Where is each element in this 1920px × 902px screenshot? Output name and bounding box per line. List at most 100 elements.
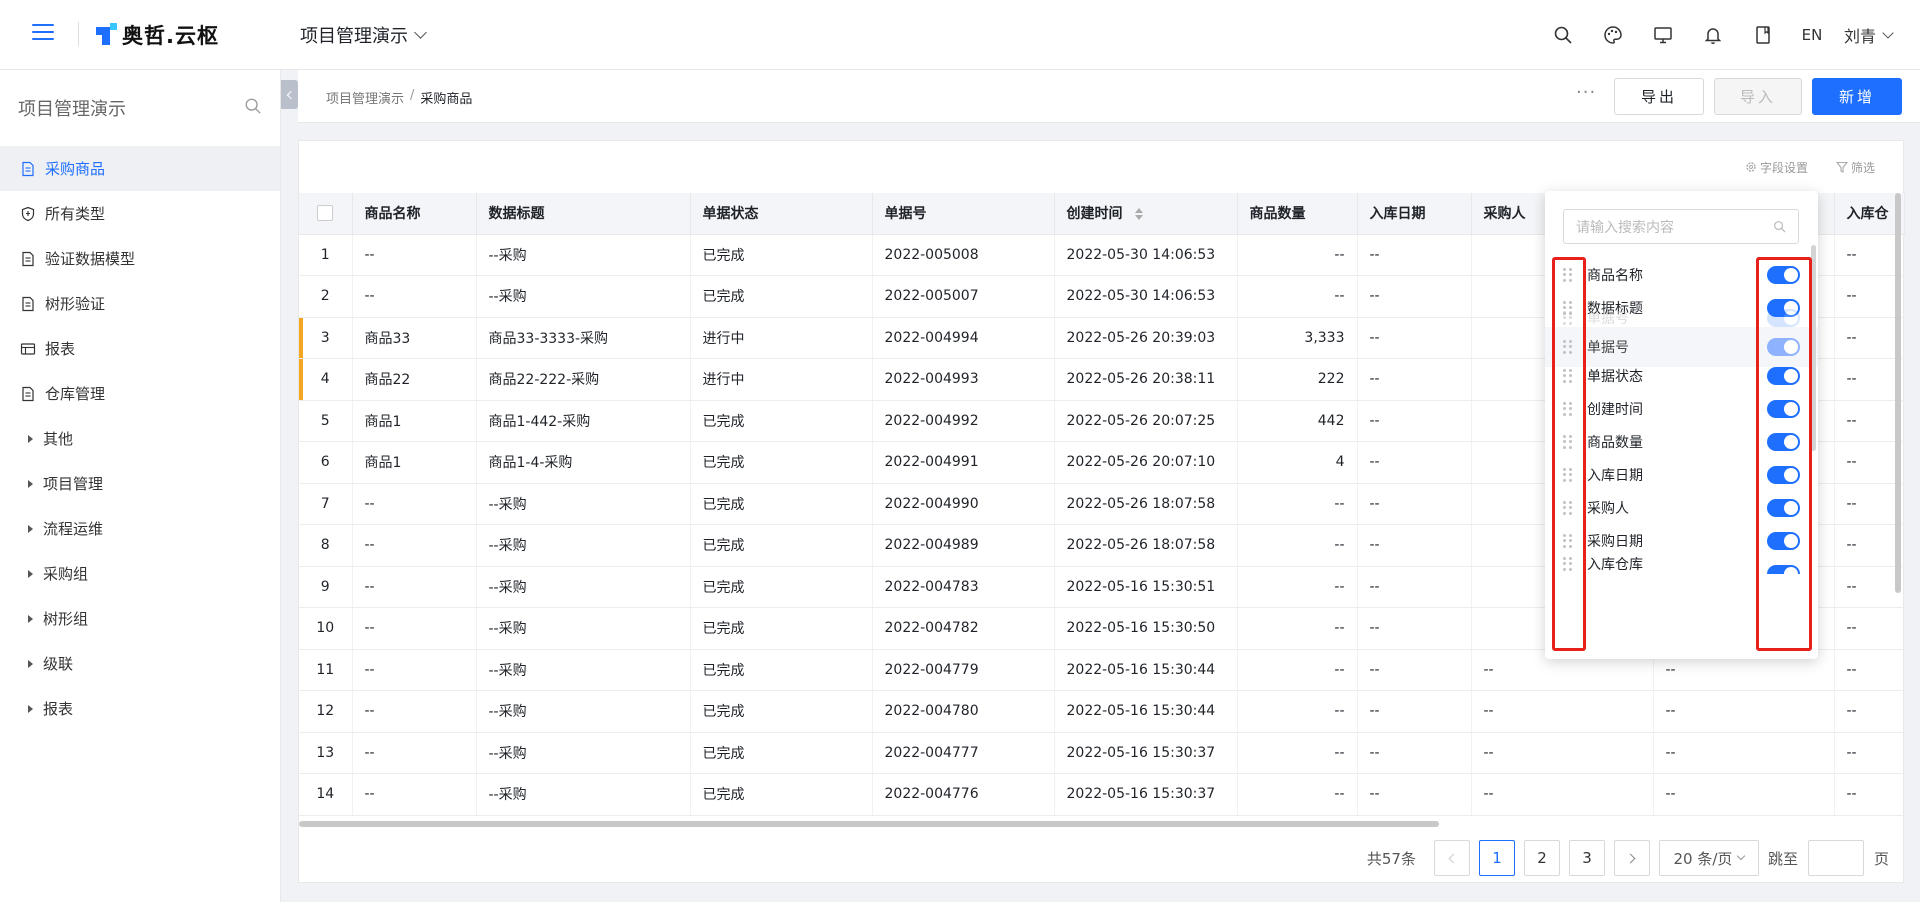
sidebar-group[interactable]: 流程运维 — [0, 506, 280, 551]
table-cell: -- — [1834, 649, 1905, 691]
sidebar-item[interactable]: 树形验证 — [0, 281, 280, 326]
table-cell: 2022-004777 — [872, 732, 1055, 774]
table-cell: -- — [1357, 358, 1472, 401]
column-header[interactable]: 数据标题 — [476, 193, 691, 235]
sidebar-group[interactable]: 树形组 — [0, 596, 280, 641]
select-all-checkbox-cell — [299, 193, 353, 235]
prev-page-button[interactable] — [1433, 840, 1470, 876]
add-button[interactable]: 新增 — [1812, 78, 1902, 115]
select-all-checkbox[interactable] — [317, 205, 334, 222]
sidebar-group[interactable]: 报表 — [0, 686, 280, 731]
table-cell: 商品1-4-采购 — [476, 441, 691, 484]
table-row[interactable]: 14 -- --采购 已完成 2022-004776 2022-05-16 15:30:3… — [299, 773, 1905, 816]
row-index: 14 — [299, 773, 353, 816]
column-header[interactable]: 单据号 — [872, 193, 1055, 235]
more-button[interactable]: ··· — [1576, 82, 1606, 106]
import-button[interactable]: 导入 — [1714, 78, 1802, 115]
vertical-scrollbar[interactable] — [1895, 193, 1901, 593]
sidebar-group[interactable]: 级联 — [0, 641, 280, 686]
table-cell: --采购 — [476, 732, 691, 774]
table-cell: -- — [1237, 732, 1358, 774]
breadcrumb-parent[interactable]: 项目管理演示 — [326, 88, 404, 107]
table-cell: 2022-004782 — [872, 607, 1055, 650]
column-header[interactable]: 商品数量 — [1237, 193, 1358, 235]
table-cell: -- — [1471, 732, 1654, 774]
table-cell: --采购 — [476, 690, 691, 733]
table-cell: 2022-05-26 18:07:58 — [1054, 524, 1238, 567]
sidebar-item[interactable]: 采购商品 — [0, 146, 280, 191]
sidebar-group[interactable]: 其他 — [0, 416, 280, 461]
jump-page-input[interactable] — [1807, 840, 1864, 876]
filter-icon — [1835, 161, 1848, 173]
top-actions: EN 刘青 — [1538, 0, 1920, 70]
next-page-button[interactable] — [1613, 840, 1650, 876]
table-cell: 已完成 — [690, 649, 873, 691]
table-cell: 商品22 — [352, 358, 477, 401]
page-button[interactable]: 1 — [1478, 840, 1515, 876]
field-settings-label: 字段设置 — [1759, 160, 1808, 175]
search-icon[interactable] — [244, 97, 262, 120]
sidebar-item-label: 仓库管理 — [45, 385, 106, 403]
column-search-placeholder: 请输入搜索内容 — [1576, 219, 1674, 236]
sidebar-item-label: 验证数据模型 — [45, 250, 136, 268]
sort-icon[interactable] — [1134, 208, 1143, 221]
table-cell: 2022-004991 — [872, 441, 1055, 484]
column-header[interactable]: 入库日期 — [1357, 193, 1472, 235]
sidebar-group[interactable]: 项目管理 — [0, 461, 280, 506]
table-cell: 2022-05-16 15:30:37 — [1054, 732, 1238, 774]
sidebar-item-label: 所有类型 — [45, 205, 106, 223]
row-index: 6 — [299, 441, 353, 484]
palette-icon[interactable] — [1588, 0, 1638, 70]
caret-right-icon — [28, 524, 33, 533]
sidebar-collapse-button[interactable] — [281, 80, 298, 109]
column-header[interactable]: 入库仓 — [1834, 193, 1905, 235]
table-cell: -- — [1357, 773, 1472, 816]
table-cell: 2022-05-16 15:30:44 — [1054, 690, 1238, 733]
sidebar-item[interactable]: 报表 — [0, 326, 280, 371]
column-settings-popover: 请输入搜索内容 商品名称 数据标题 单据号 单据号 单据状态 创建时间 商品数量 入库日期 采购… — [1545, 191, 1818, 659]
monitor-icon[interactable] — [1638, 0, 1688, 70]
horizontal-scrollbar[interactable] — [299, 821, 1439, 827]
bell-icon[interactable] — [1688, 0, 1738, 70]
column-header-sortable[interactable]: 创建时间 — [1054, 193, 1238, 235]
sidebar-group-label: 流程运维 — [43, 520, 104, 538]
table-row[interactable]: 12 -- --采购 已完成 2022-004780 2022-05-16 15:30:4… — [299, 690, 1905, 733]
page-button[interactable]: 2 — [1523, 840, 1560, 876]
column-header[interactable]: 单据状态 — [690, 193, 873, 235]
sidebar-group-label: 采购组 — [43, 565, 89, 583]
sidebar-item[interactable]: 所有类型 — [0, 191, 280, 236]
logo: 奥哲.云枢 — [96, 20, 219, 50]
language-switch[interactable]: EN — [1788, 26, 1836, 44]
column-setting-label: 入库日期 — [1587, 468, 1643, 484]
page-button[interactable]: 3 — [1568, 840, 1605, 876]
page-size-select[interactable]: 20 条/页 — [1658, 840, 1759, 876]
project-selector[interactable]: 项目管理演示 — [300, 22, 427, 48]
table-row[interactable]: 13 -- --采购 已完成 2022-004777 2022-05-16 15:30:3… — [299, 732, 1905, 774]
table-cell: 已完成 — [690, 483, 873, 525]
highlight-box-toggles — [1756, 257, 1812, 651]
table-cell: 3,333 — [1237, 317, 1358, 359]
table-cell: -- — [1357, 649, 1472, 691]
table-cell: -- — [1237, 773, 1358, 816]
table-cell: 2022-05-16 15:30:50 — [1054, 607, 1238, 650]
table-cell: -- — [1834, 524, 1905, 567]
sidebar-item[interactable]: 验证数据模型 — [0, 236, 280, 281]
chevron-down-icon — [1737, 851, 1746, 861]
menu-icon[interactable] — [32, 24, 54, 42]
sidebar-group[interactable]: 采购组 — [0, 551, 280, 596]
sidebar-item[interactable]: 仓库管理 — [0, 371, 280, 416]
search-icon[interactable] — [1538, 0, 1588, 70]
pagination: 共57条 1 2 3 20 条/页 跳至 页 — [1367, 839, 1903, 877]
total-count: 共57条 — [1366, 849, 1416, 868]
column-search-input[interactable]: 请输入搜索内容 — [1563, 209, 1799, 244]
filter-button[interactable]: 筛选 — [1835, 159, 1889, 176]
field-settings-button[interactable]: 字段设置 — [1745, 159, 1822, 176]
table-cell: --采购 — [476, 566, 691, 608]
logo-icon — [96, 23, 118, 47]
book-icon[interactable] — [1738, 0, 1788, 70]
export-button[interactable]: 导出 — [1614, 78, 1704, 115]
page-size-value: 20 条/页 — [1673, 849, 1733, 868]
table-cell: 2022-004780 — [872, 690, 1055, 733]
user-menu[interactable]: 刘青 — [1836, 23, 1920, 47]
column-header[interactable]: 商品名称 — [352, 193, 477, 235]
